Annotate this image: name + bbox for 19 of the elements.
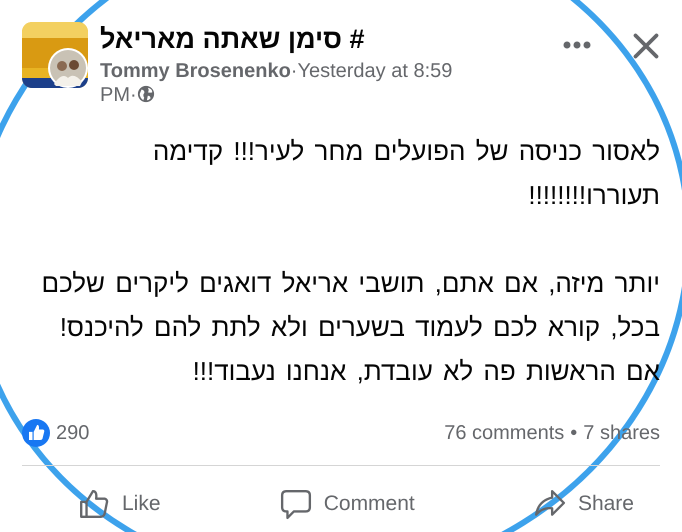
globe-icon — [136, 85, 155, 103]
reaction-count[interactable]: 290 — [56, 422, 90, 444]
post-time[interactable]: PM — [100, 84, 130, 106]
more-options-icon[interactable] — [562, 40, 592, 50]
close-icon[interactable] — [632, 32, 660, 60]
like-reaction-icon — [22, 419, 50, 447]
comment-button[interactable]: Comment — [274, 484, 421, 524]
thumbs-up-icon — [78, 488, 110, 520]
separator: · — [130, 84, 137, 106]
post-time[interactable]: Yesterday at 8:59 — [297, 60, 452, 82]
post-text: לאסור כניסה של הפועלים מחר לעיר!!! קדימה תעוררו!!!!!!!! — [152, 135, 660, 212]
author-name[interactable]: Tommy Brosenenko — [100, 60, 291, 82]
comment-count[interactable]: 76 comments — [444, 422, 564, 444]
like-button[interactable]: Like — [72, 484, 167, 524]
group-name[interactable]: # סימן שאתה מאריאל — [100, 24, 365, 55]
speech-bubble-icon — [280, 488, 312, 520]
share-button[interactable]: Share — [528, 484, 640, 524]
separator: • — [570, 422, 578, 444]
separator: · — [290, 60, 298, 82]
